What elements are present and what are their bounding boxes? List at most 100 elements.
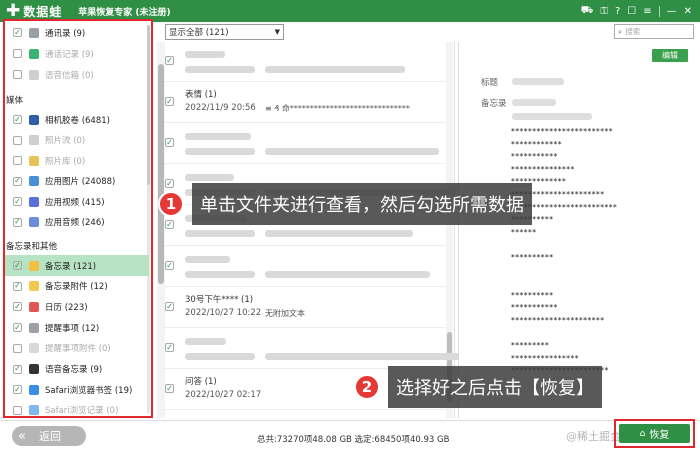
redacted-text <box>185 133 251 140</box>
checkbox[interactable]: ✓ <box>13 115 22 124</box>
reminder-attach-icon <box>29 343 39 354</box>
sidebar-item-label: 语音信箱 (0) <box>45 70 94 81</box>
checkbox[interactable]: ✓ <box>13 364 22 374</box>
sidebar-item[interactable]: ✓ 相机胶卷 (6481) <box>5 109 149 130</box>
checkbox[interactable]: ✓ <box>13 261 22 270</box>
double-chevron-left-icon: « <box>18 428 26 444</box>
list-scrollbar[interactable] <box>446 42 453 418</box>
detail-text-line: ********************** <box>511 316 605 325</box>
chat-icon[interactable]: ☐ <box>627 6 636 17</box>
sidebar-item[interactable]: 语音信箱 (0) <box>5 64 149 85</box>
sidebar-section-header: 媒体 <box>6 96 24 106</box>
redacted-text <box>185 338 226 345</box>
step-1-text: 单击文件夹进行查看，然后勾选所需数据 <box>192 183 532 225</box>
filter-dropdown[interactable]: 显示全部 (121) ▼ <box>165 24 284 40</box>
list-item[interactable]: ✓ <box>165 247 445 287</box>
checkbox[interactable]: ✓ <box>13 302 22 312</box>
checkbox[interactable] <box>13 156 22 165</box>
list-item[interactable]: ✓ <box>165 124 445 164</box>
checkbox[interactable]: ✓ <box>13 281 22 291</box>
app-video-icon <box>29 196 39 207</box>
checkbox[interactable] <box>13 343 22 353</box>
redacted-text <box>265 271 430 278</box>
checkbox[interactable]: ✓ <box>13 385 22 395</box>
checkbox[interactable]: ✓ <box>13 197 22 206</box>
checkbox[interactable]: ✓ <box>13 323 22 333</box>
sidebar-item[interactable]: ✓ 应用音频 (246) <box>5 212 149 233</box>
recover-highlight: ⌂ 恢复 <box>614 419 695 448</box>
sidebar-item[interactable]: 照片流 (0) <box>5 130 149 151</box>
menu-icon[interactable]: ≡ <box>643 6 651 17</box>
checkbox[interactable] <box>13 49 22 58</box>
checkbox[interactable] <box>13 405 22 415</box>
sidebar-item[interactable]: 照片库 (0) <box>5 150 149 171</box>
sidebar-item-label: 照片库 (0) <box>45 156 86 167</box>
close-icon[interactable]: ✕ <box>684 6 692 17</box>
help-icon[interactable]: ? <box>615 6 620 17</box>
list-item[interactable]: ✓ 表情 (1) 2022/11/9 20:56 ≡ ₰ 命*************… <box>165 83 445 123</box>
redacted-text <box>185 51 225 58</box>
detail-title-value <box>512 78 564 85</box>
checkbox[interactable] <box>13 135 22 145</box>
checkbox[interactable]: ✓ <box>165 343 174 352</box>
list-item[interactable]: ✓ <box>165 329 464 369</box>
checkbox[interactable]: ✓ <box>165 97 174 106</box>
redacted-text <box>185 271 255 278</box>
sidebar-item-label: 日历 (223) <box>45 302 88 313</box>
list-item-title: 表情 (1) <box>185 90 217 100</box>
checkbox[interactable]: ✓ <box>165 261 174 270</box>
back-label: 返回 <box>38 430 61 443</box>
sidebar-item-label: Safari浏览记录 (0) <box>45 406 119 417</box>
app-title: 苹果恢复专家 (未注册) <box>78 7 171 18</box>
step-1-badge: 1 <box>158 191 184 217</box>
list-left-scrollbar[interactable] <box>157 42 165 418</box>
back-button[interactable]: « 返回 <box>12 426 86 446</box>
contacts-icon <box>29 27 39 38</box>
voicemail-icon <box>29 69 39 80</box>
sidebar-item[interactable]: 提醒事项附件 (0) <box>5 338 149 359</box>
checkbox[interactable]: ✓ <box>165 302 174 311</box>
app-logo: ✚ 数据蛙 <box>6 2 62 20</box>
detail-text-line: *********** <box>511 303 558 313</box>
key-icon[interactable]: ⚿ <box>600 6 608 17</box>
recover-icon: ⌂ <box>639 428 646 439</box>
sidebar-item[interactable]: ✓ 语音备忘录 (9) <box>5 359 149 380</box>
checkbox[interactable]: ✓ <box>13 217 22 227</box>
chevron-down-icon: ▼ <box>274 28 280 36</box>
cart-icon[interactable]: ⛟ <box>581 5 594 18</box>
sidebar-item[interactable]: ✓ 备忘录 (121) <box>5 255 149 276</box>
checkbox[interactable]: ✓ <box>13 28 22 37</box>
list-item[interactable]: ✓ 30号下午**** (1) 2022/10/27 10:22 无附加文本 <box>165 288 445 328</box>
checkbox[interactable]: ✓ <box>165 138 174 147</box>
sidebar-item[interactable]: ✓ 应用视频 (415) <box>5 191 149 212</box>
edit-button[interactable]: 编辑 <box>652 49 688 62</box>
checkbox[interactable]: ✓ <box>165 384 174 393</box>
detail-text-line: ********* <box>511 341 550 351</box>
list-item[interactable]: ✓ <box>165 42 445 82</box>
camera-icon <box>29 114 39 125</box>
search-input[interactable]: ⌕ 搜索 <box>614 24 694 39</box>
step-2-badge: 2 <box>354 374 380 400</box>
detail-memo-label: 备忘录 <box>481 99 507 109</box>
minimize-icon[interactable]: — <box>667 6 677 17</box>
sidebar-item[interactable]: ✓ 备忘录附件 (12) <box>5 276 149 297</box>
sidebar-item-label: 照片流 (0) <box>45 136 86 146</box>
recover-button[interactable]: ⌂ 恢复 <box>619 424 690 443</box>
safari-history-icon <box>29 405 39 416</box>
sidebar-item[interactable]: 通话记录 (9) <box>5 43 149 64</box>
sidebar-item[interactable]: ✓ 应用图片 (24088) <box>5 171 149 192</box>
list-item-title: 30号下午**** (1) <box>185 295 254 305</box>
sidebar-item[interactable]: ✓ 通讯录 (9) <box>5 22 149 43</box>
list-item-date: 2022/10/27 10:22 <box>185 308 262 318</box>
sidebar-item-label: 提醒事项 (12) <box>45 323 100 334</box>
sidebar-item[interactable]: ✓ 提醒事项 (12) <box>5 317 149 338</box>
callout-step-1: 1 单击文件夹进行查看，然后勾选所需数据 <box>158 183 532 225</box>
sidebar-item[interactable]: Safari浏览记录 (0) <box>5 400 149 421</box>
sidebar-item[interactable]: ✓ 日历 (223) <box>5 296 149 317</box>
checkbox[interactable] <box>13 70 22 79</box>
sidebar-item[interactable]: ✓ Safari浏览器书签 (19) <box>5 379 149 400</box>
checkbox[interactable]: ✓ <box>13 176 22 186</box>
redacted-text <box>185 256 230 263</box>
checkbox[interactable]: ✓ <box>165 56 174 65</box>
redacted-text <box>265 230 413 237</box>
